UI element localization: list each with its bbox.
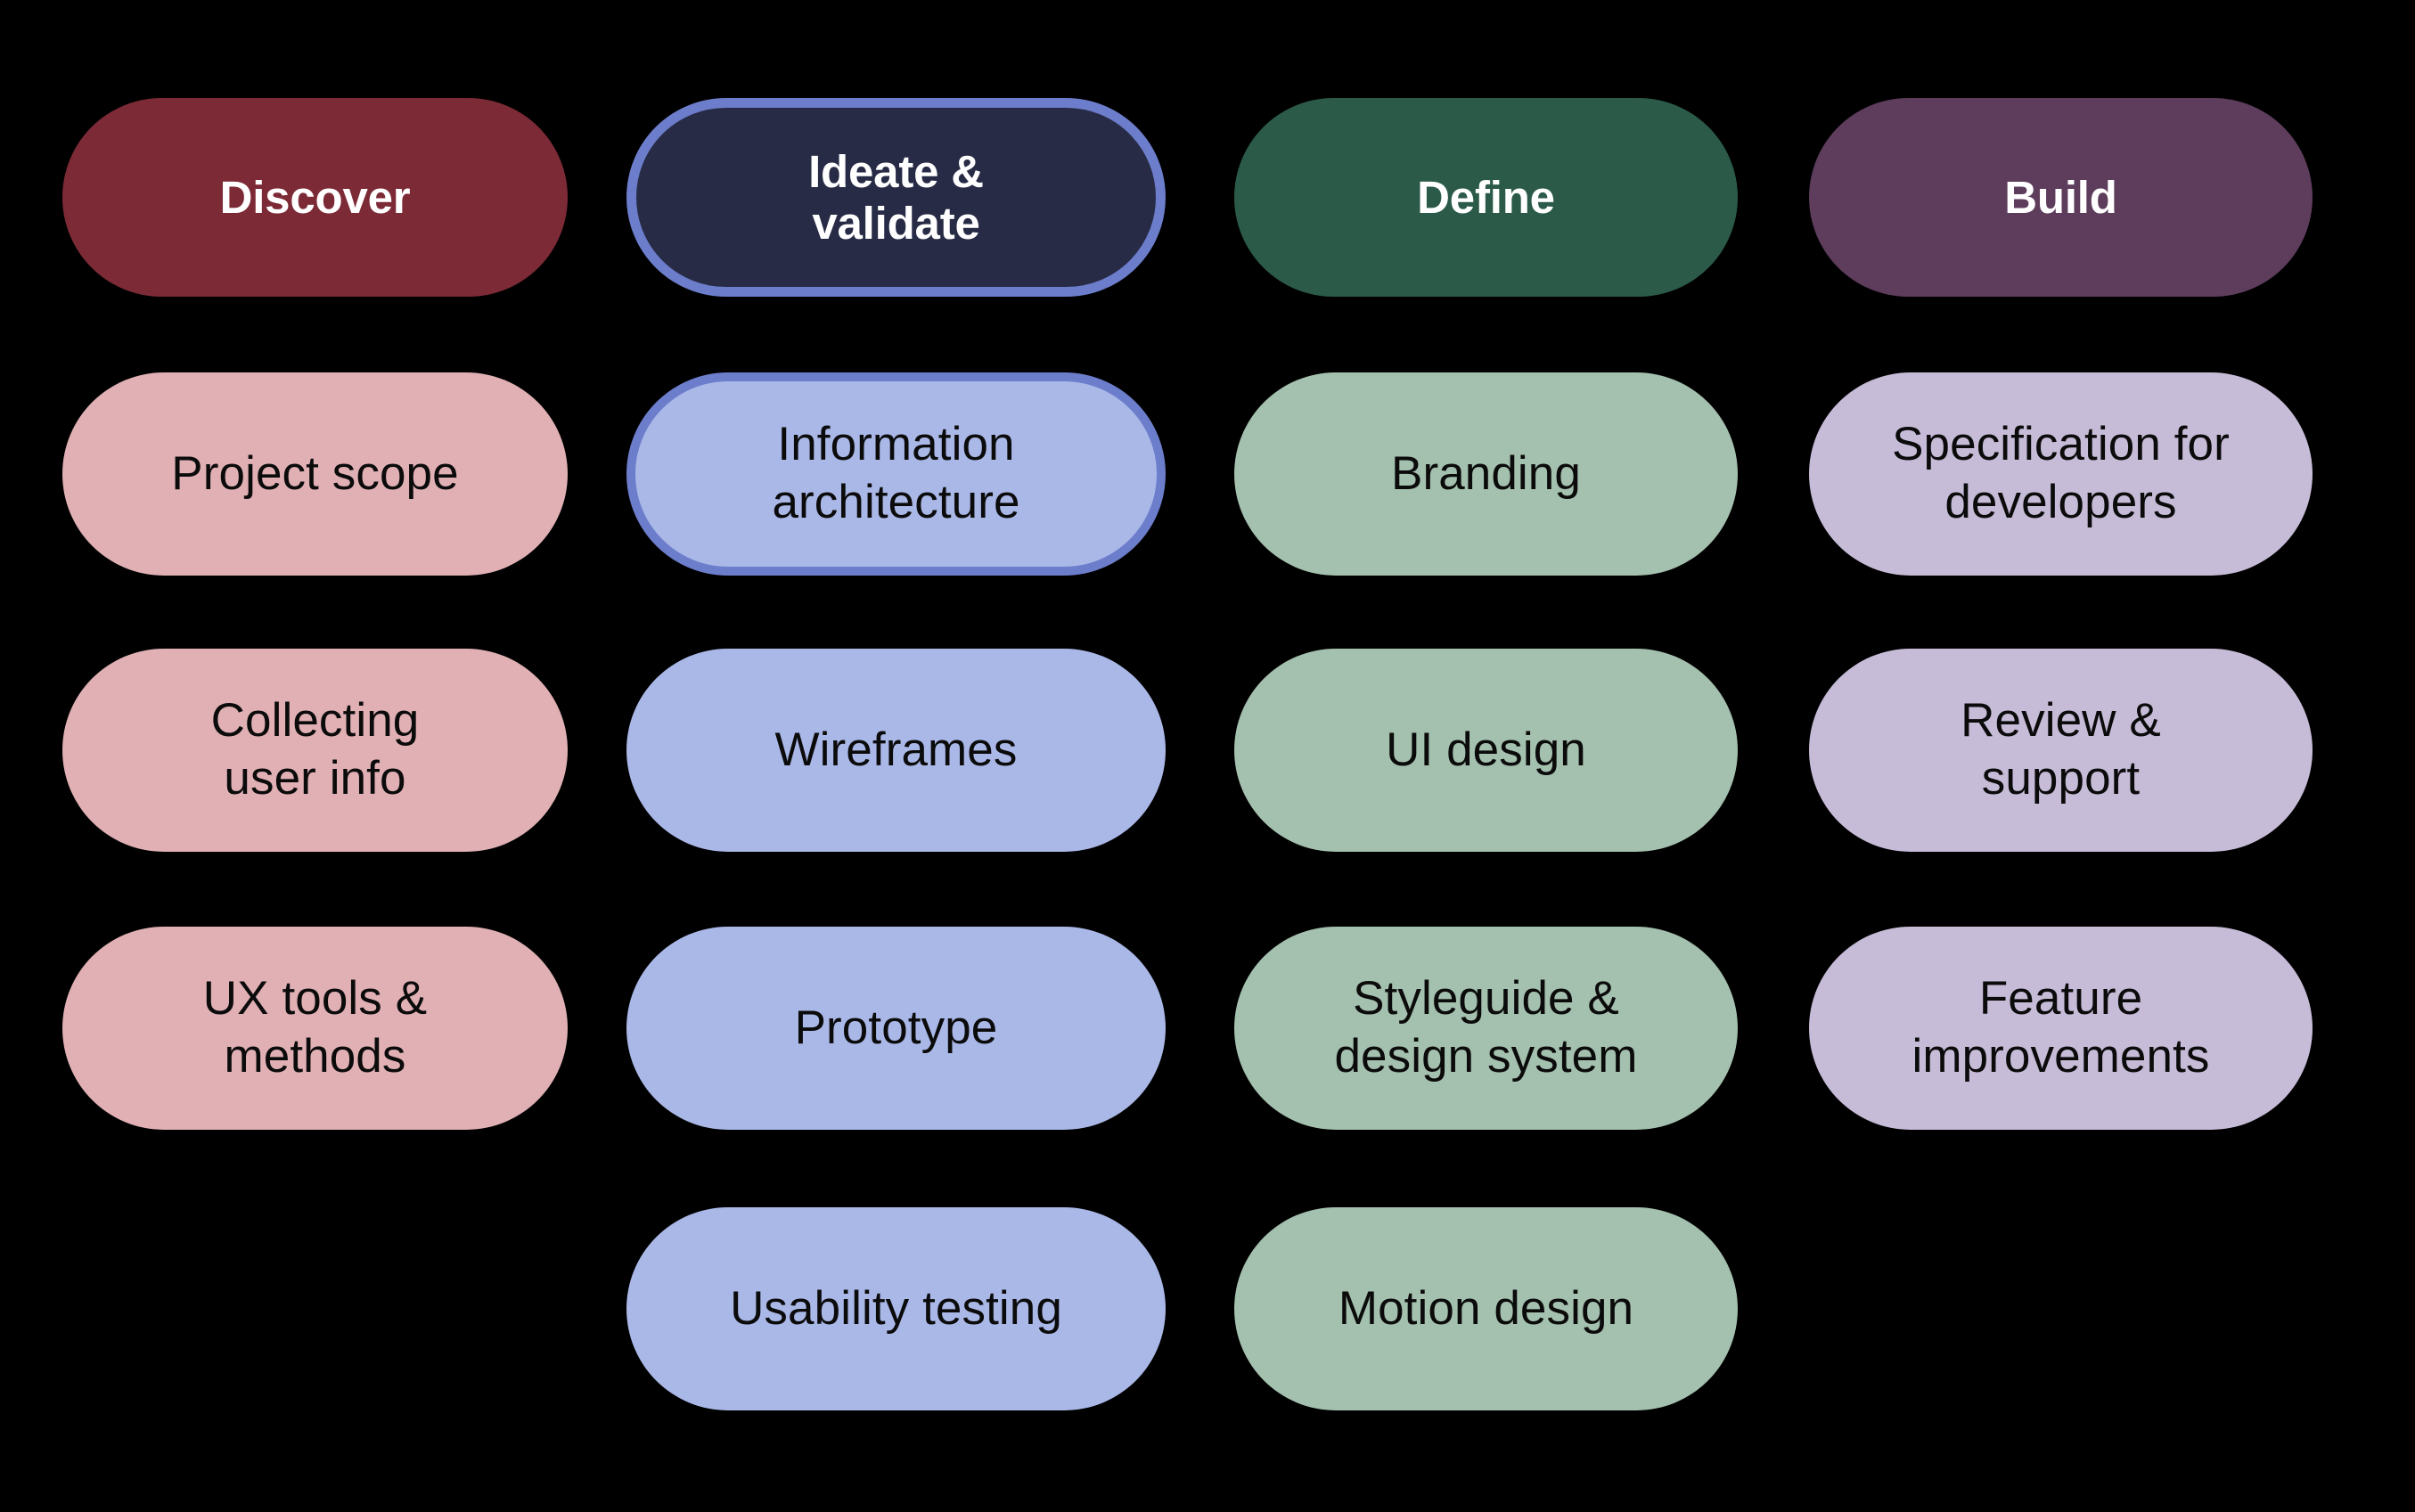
stage-header-label: Build — [2004, 171, 2117, 223]
item-pill-define-2[interactable]: UI design — [1234, 649, 1738, 852]
item-pill-ideate-validate-2[interactable]: Wireframes — [626, 649, 1166, 852]
process-diagram: Discover Project scope Collecting user info… — [0, 0, 2415, 1512]
item-pill-define-4[interactable]: Motion design — [1234, 1207, 1738, 1410]
item-pill-discover-1[interactable]: Project scope — [62, 372, 568, 576]
stage-header-label: Discover — [219, 171, 411, 223]
stage-header-label: Ideate & validate — [808, 146, 984, 249]
item-pill-label: Wireframes — [774, 723, 1018, 776]
item-pill-label: Specification for developers — [1892, 418, 2230, 528]
stage-header-build[interactable]: Build — [1809, 98, 2313, 297]
item-pill-label: Motion design — [1338, 1281, 1634, 1335]
item-pill-label: Review & support — [1961, 694, 2161, 805]
item-pill-build-3[interactable]: Feature improvements — [1809, 927, 2313, 1130]
item-pill-label: Branding — [1391, 446, 1581, 500]
item-pill-build-1[interactable]: Specification for developers — [1809, 372, 2313, 576]
item-pill-build-2[interactable]: Review & support — [1809, 649, 2313, 852]
item-pill-label: Collecting user info — [210, 694, 420, 805]
stage-header-label: Define — [1417, 171, 1555, 223]
item-pill-discover-3[interactable]: UX tools & methods — [62, 927, 568, 1130]
item-pill-label: UI design — [1386, 723, 1586, 776]
item-pill-define-3[interactable]: Styleguide & design system — [1234, 927, 1738, 1130]
item-pill-label: Project scope — [171, 446, 459, 500]
stage-header-ideate-validate[interactable]: Ideate & validate — [626, 98, 1166, 297]
item-pill-label: Prototype — [794, 1001, 998, 1054]
item-pill-ideate-validate-4[interactable]: Usability testing — [626, 1207, 1166, 1410]
item-pill-label: Styleguide & design system — [1334, 972, 1638, 1083]
stage-header-discover[interactable]: Discover — [62, 98, 568, 297]
item-pill-ideate-validate-3[interactable]: Prototype — [626, 927, 1166, 1130]
item-pill-ideate-validate-1[interactable]: Information architecture — [626, 372, 1166, 576]
item-pill-label: Information architecture — [772, 418, 1020, 528]
item-pill-label: Feature improvements — [1912, 972, 2210, 1083]
item-pill-label: Usability testing — [730, 1281, 1062, 1335]
item-pill-discover-2[interactable]: Collecting user info — [62, 649, 568, 852]
item-pill-label: UX tools & methods — [202, 972, 428, 1083]
stage-header-define[interactable]: Define — [1234, 98, 1738, 297]
item-pill-define-1[interactable]: Branding — [1234, 372, 1738, 576]
